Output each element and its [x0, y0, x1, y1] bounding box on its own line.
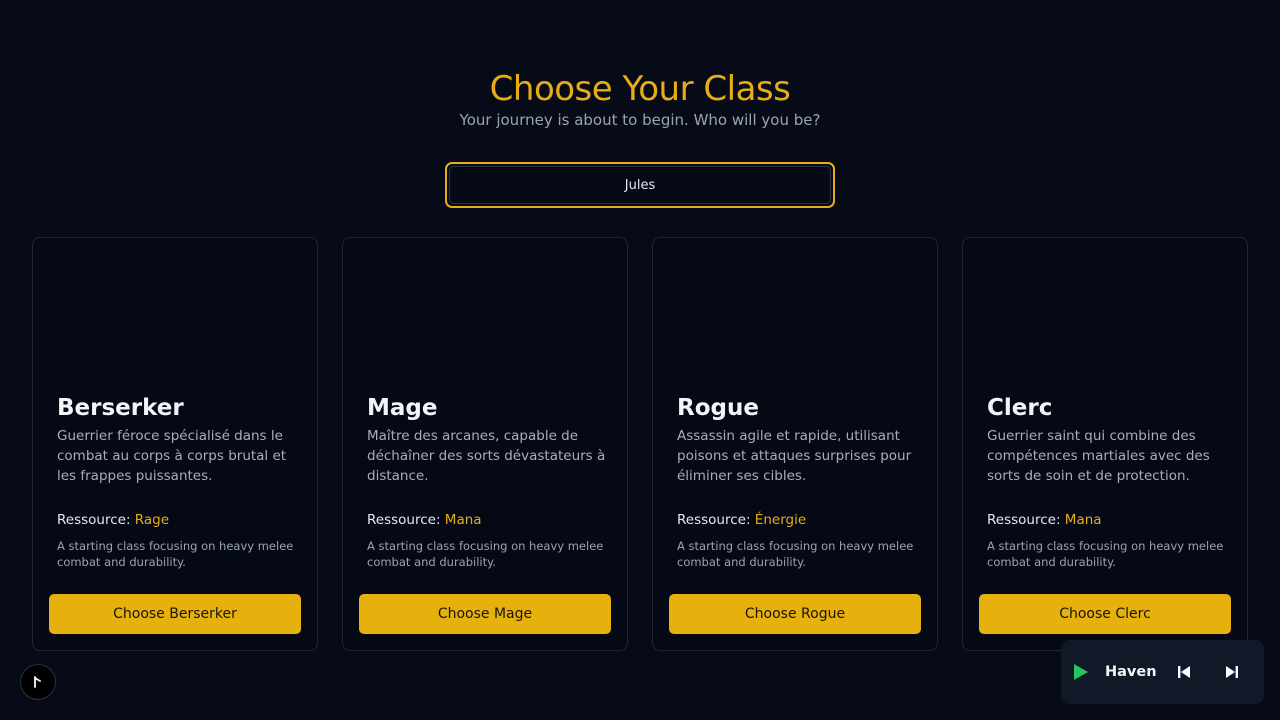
class-name: Rogue [677, 395, 759, 421]
skip-previous-icon[interactable] [1177, 664, 1191, 680]
class-description: Guerrier féroce spécialisé dans le comba… [57, 428, 287, 484]
skip-next-icon[interactable] [1225, 664, 1239, 680]
class-name: Clerc [987, 395, 1053, 421]
play-icon[interactable] [1072, 662, 1090, 682]
corner-menu-button[interactable] [20, 664, 56, 700]
class-description: Guerrier saint qui combine des compétenc… [987, 428, 1210, 484]
track-title: Haven [1105, 664, 1157, 680]
class-note: A starting class focusing on heavy melee… [57, 539, 294, 569]
class-card-body: Clerc Guerrier saint qui combine des com… [987, 394, 1227, 570]
class-selection-page: Choose Your Class Your journey is about … [0, 0, 1280, 720]
class-resource: Ressource: Mana [367, 511, 607, 529]
resource-label: Ressource: [367, 512, 441, 528]
class-resource: Ressource: Énergie [677, 511, 917, 529]
choose-rogue-button[interactable]: Choose Rogue [669, 594, 921, 634]
page-header: Choose Your Class Your journey is about … [0, 68, 1280, 130]
music-player: Haven [1061, 640, 1264, 704]
resource-value: Rage [134, 512, 170, 528]
class-card-rogue: Rogue Assassin agile et rapide, utilisan… [652, 237, 938, 651]
class-cards: Berserker Guerrier féroce spécialisé dan… [32, 237, 1248, 651]
resource-value: Énergie [754, 512, 807, 528]
resource-label: Ressource: [987, 512, 1061, 528]
class-card-body: Mage Maître des arcanes, capable de déch… [367, 394, 607, 570]
class-resource: Ressource: Rage [57, 511, 297, 529]
character-name-input[interactable] [449, 166, 831, 204]
class-card-body: Berserker Guerrier féroce spécialisé dan… [57, 394, 297, 570]
class-card-mage: Mage Maître des arcanes, capable de déch… [342, 237, 628, 651]
resource-value: Mana [444, 512, 482, 528]
resource-label: Ressource: [57, 512, 131, 528]
resource-value: Mana [1064, 512, 1102, 528]
class-description: Maître des arcanes, capable de déchaîner… [367, 428, 606, 484]
class-resource: Ressource: Mana [987, 511, 1227, 529]
class-name: Berserker [57, 395, 184, 421]
class-card-body: Rogue Assassin agile et rapide, utilisan… [677, 394, 917, 570]
class-name: Mage [367, 395, 438, 421]
choose-mage-button[interactable]: Choose Mage [359, 594, 611, 634]
class-card-clerc: Clerc Guerrier saint qui combine des com… [962, 237, 1248, 651]
class-note: A starting class focusing on heavy melee… [367, 539, 604, 569]
choose-berserker-button[interactable]: Choose Berserker [49, 594, 301, 634]
page-title: Choose Your Class [489, 69, 791, 109]
choose-clerc-button[interactable]: Choose Clerc [979, 594, 1231, 634]
page-subtitle: Your journey is about to begin. Who will… [459, 111, 821, 129]
cursor-icon [34, 676, 41, 688]
class-description: Assassin agile et rapide, utilisant pois… [677, 428, 912, 484]
class-card-berserker: Berserker Guerrier féroce spécialisé dan… [32, 237, 318, 651]
class-note: A starting class focusing on heavy melee… [677, 539, 914, 569]
resource-label: Ressource: [677, 512, 751, 528]
class-note: A starting class focusing on heavy melee… [987, 539, 1224, 569]
character-name-field-wrapper [445, 162, 835, 208]
